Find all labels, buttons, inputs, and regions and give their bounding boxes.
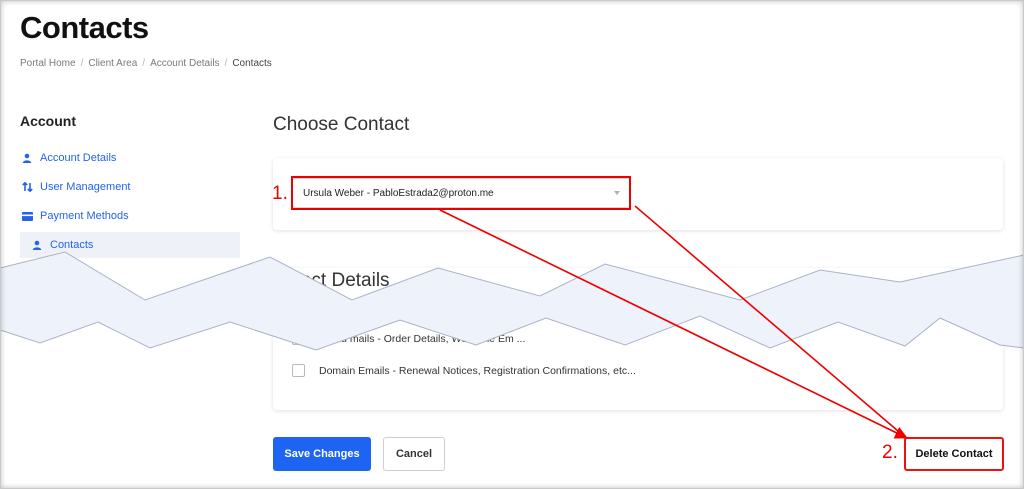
breadcrumb: Portal Home / Client Area / Account Deta… — [20, 58, 272, 69]
product-emails-option[interactable]: Produ mails - Order Details, Welcome Em … — [292, 332, 525, 345]
domain-emails-checkbox[interactable] — [292, 364, 305, 377]
breadcrumb-account-details[interactable]: Account Details — [150, 58, 219, 69]
save-changes-button[interactable]: Save Changes — [273, 437, 371, 471]
sidebar-item-label: Account Details — [40, 152, 117, 164]
contact-details-title: ntact Details — [285, 270, 390, 291]
swap-arrows-icon — [20, 180, 34, 194]
breadcrumb-separator: / — [142, 58, 146, 69]
breadcrumb-separator: / — [80, 58, 84, 69]
user-icon — [20, 151, 34, 165]
card-icon — [20, 209, 34, 223]
page-title: Contacts — [20, 10, 149, 45]
sidebar-item-contacts[interactable]: Contacts — [20, 232, 240, 258]
breadcrumb-contacts: Contacts — [232, 58, 272, 69]
sidebar-heading: Account — [20, 113, 76, 129]
step2-label: 2. — [882, 442, 898, 463]
breadcrumb-separator: / — [224, 58, 228, 69]
user-icon — [30, 238, 44, 252]
breadcrumb-client-area[interactable]: Client Area — [88, 58, 137, 69]
sidebar-item-label: Contacts — [50, 239, 94, 251]
sidebar-item-label: User Management — [40, 181, 131, 193]
step1-label: 1. — [272, 183, 288, 204]
delete-contact-button[interactable]: Delete Contact — [904, 437, 1004, 471]
sidebar-item-payment-methods[interactable]: Payment Methods — [20, 203, 240, 229]
sidebar-item-user-management[interactable]: User Management — [20, 174, 240, 200]
choose-contact-title: Choose Contact — [273, 114, 410, 135]
sidebar-item-account-details[interactable]: Account Details — [20, 145, 240, 171]
domain-emails-label: Domain Emails - Renewal Notices, Registr… — [319, 364, 636, 377]
product-emails-label: Produ mails - Order Details, Welcome Em … — [319, 332, 526, 345]
domain-emails-option[interactable]: Domain Emails - Renewal Notices, Registr… — [292, 364, 636, 377]
step1-highlight — [291, 176, 631, 210]
sidebar-item-label: Payment Methods — [40, 210, 129, 222]
cancel-button[interactable]: Cancel — [383, 437, 445, 471]
breadcrumb-portal-home[interactable]: Portal Home — [20, 58, 76, 69]
product-emails-checkbox[interactable] — [292, 332, 305, 345]
